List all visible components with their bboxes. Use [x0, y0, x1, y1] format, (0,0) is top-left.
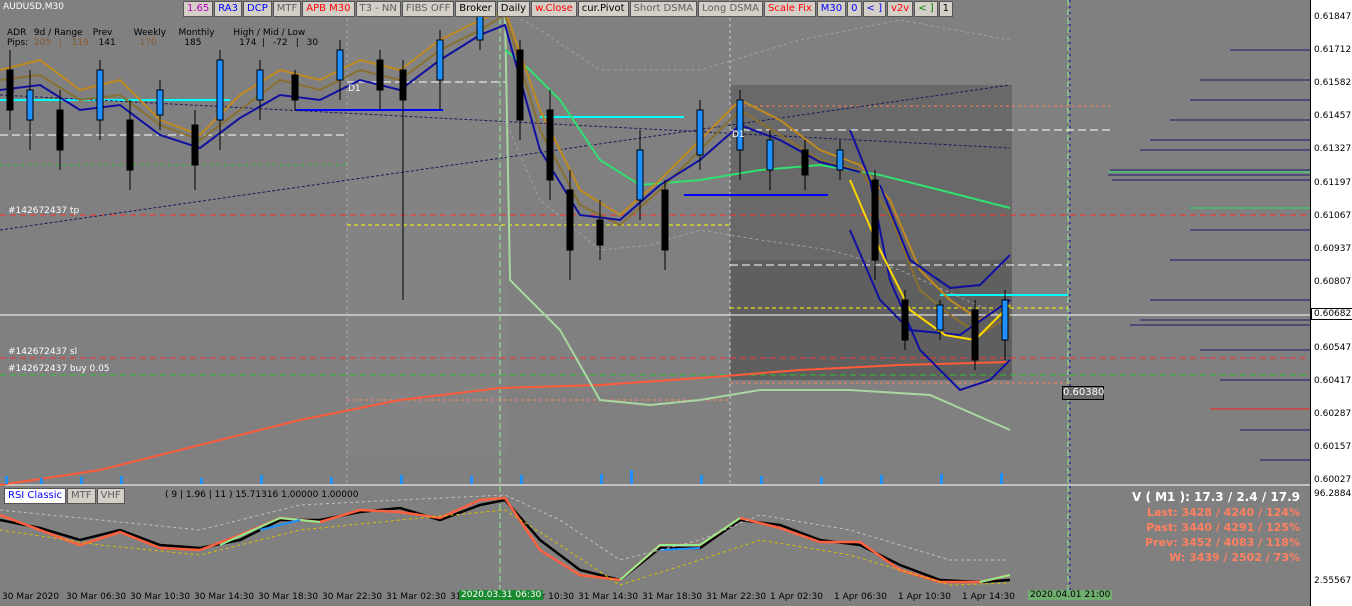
rsi-axis-top: 96.28845 — [1314, 489, 1352, 499]
stats-past: Past: 3440 / 4291 / 125% — [1146, 521, 1300, 534]
d1-label: D1 — [732, 130, 745, 140]
toolbar-button[interactable]: < ] — [914, 1, 938, 17]
price-tick: 0.61712 — [1314, 45, 1352, 55]
price-tick: 0.60937 — [1314, 244, 1352, 254]
stats-last: Last: 3428 / 4240 / 124% — [1146, 506, 1300, 519]
time-crosshair-label: 2020.04.01 21:00 — [1028, 590, 1113, 600]
adr-value: -72 — [272, 38, 288, 48]
stats-w: W: 3439 / 2502 / 73% — [1169, 551, 1300, 564]
price-chart[interactable] — [0, 0, 1310, 606]
adr-header: Prev — [92, 28, 113, 38]
toolbar-button[interactable]: MTF — [272, 1, 302, 17]
time-tick: 31 Mar 22:30 — [706, 592, 767, 602]
toolbar-button[interactable]: 1.65 — [183, 1, 214, 17]
toolbar-button[interactable]: T3 - NN — [355, 1, 401, 17]
time-tick: 30 Mar 06:30 — [66, 592, 127, 602]
rsi-params: ( 9 | 1.96 | 11 ) 15.71316 1.00000 1.000… — [165, 490, 359, 500]
rsi-tabs: RSI Classic MTF VHF — [4, 488, 126, 504]
price-tick: 0.60157 — [1314, 442, 1352, 452]
time-tick: 30 Mar 22:30 — [322, 592, 383, 602]
time-tick: 1 Apr 06:30 — [834, 592, 887, 602]
time-tick: 30 Mar 2020 — [2, 592, 60, 602]
toolbar-button[interactable]: 0 — [847, 1, 862, 17]
toolbar-button[interactable]: Broker — [455, 1, 496, 17]
adr-panel: ADR 9d / Range Prev Weekly Monthly High … — [7, 28, 318, 48]
adr-header: Weekly — [133, 28, 167, 38]
adr-value: 119 — [71, 38, 89, 48]
toolbar-button[interactable]: cur.Pivot — [577, 1, 629, 17]
adr-value: 185 — [184, 38, 202, 48]
order-tp-label: #142672437 tp — [8, 206, 80, 216]
adr-value: 141 — [98, 38, 116, 48]
adr-headers: ADR 9d / Range Prev Weekly Monthly High … — [7, 28, 318, 38]
order-sl-label: #142672437 sl — [8, 347, 78, 357]
time-tick: 1 Apr 14:30 — [962, 592, 1015, 602]
d1-label: D1 — [348, 84, 361, 94]
adr-header: 9d / Range — [33, 28, 83, 38]
price-tick: 0.61847 — [1314, 12, 1352, 22]
toolbar-button[interactable]: Long DSMA — [698, 1, 763, 17]
time-tick: 1 Apr 02:30 — [770, 592, 823, 602]
toolbar-button[interactable]: w.Close — [531, 1, 577, 17]
adr-header: ADR — [7, 28, 27, 38]
time-tick: 1 Apr 10:30 — [898, 592, 951, 602]
stats-v: V ( M1 ): 17.3 / 2.4 / 17.9 — [1131, 490, 1300, 504]
adr-header: Monthly — [178, 28, 215, 38]
price-tick: 0.61327 — [1314, 144, 1352, 154]
adr-header: High / Mid / Low — [233, 28, 306, 38]
toolbar-button[interactable]: < ] — [862, 1, 886, 17]
price-axis[interactable]: 0.61847 0.61712 0.61582 0.61457 0.61327 … — [1310, 0, 1352, 606]
time-tick: 31 Mar 18:30 — [642, 592, 703, 602]
time-axis[interactable]: 30 Mar 2020 30 Mar 06:30 30 Mar 10:30 30… — [0, 589, 1310, 606]
toolbar-button[interactable]: Short DSMA — [629, 1, 698, 17]
rsi-axis-bottom: 2.55567 — [1314, 576, 1352, 586]
adr-values: Pips: 205 | 119 141 170 185 174 | -72 | … — [7, 38, 319, 48]
price-tick: 0.61067 — [1314, 211, 1352, 221]
time-tick: 31 Mar 02:30 — [386, 592, 447, 602]
toolbar-button[interactable]: Daily — [496, 1, 531, 17]
price-tick: 0.60547 — [1314, 343, 1352, 353]
time-tick: 30 Mar 14:30 — [194, 592, 255, 602]
adr-value: 170 — [139, 38, 157, 48]
stats-prev: Prev: 3452 / 4083 / 118% — [1145, 536, 1300, 549]
toolbar-button[interactable]: Scale Fix — [763, 1, 816, 17]
price-tick: 0.60027 — [1314, 475, 1352, 485]
rsi-classic-tab[interactable]: RSI Classic — [4, 488, 67, 504]
chart-canvas — [0, 0, 1310, 600]
rsi-vhf-tab[interactable]: VHF — [96, 488, 125, 504]
price-tick: 0.61582 — [1314, 78, 1352, 88]
current-price-label: 0.60682 — [1311, 308, 1352, 320]
price-tick: 0.61197 — [1314, 178, 1352, 188]
rsi-mtf-tab[interactable]: MTF — [67, 488, 96, 504]
price-marker[interactable]: 0.60380 — [1062, 386, 1104, 400]
toolbar-button[interactable]: M30 — [816, 1, 847, 17]
symbol-label: AUDUSD,M30 — [3, 2, 64, 12]
adr-row-label: Pips: — [7, 38, 29, 48]
time-tick: 30 Mar 18:30 — [258, 592, 319, 602]
toolbar-button[interactable]: APB M30 — [302, 1, 355, 17]
volume-stats: V ( M1 ): 17.3 / 2.4 / 17.9 Last: 3428 /… — [1132, 490, 1300, 565]
price-tick: 0.60807 — [1314, 277, 1352, 287]
toolbar-button[interactable]: DCP — [243, 1, 272, 17]
adr-value: 30 — [306, 38, 319, 48]
adr-value: 174 — [239, 38, 257, 48]
toolbar-button[interactable]: RA3 — [214, 1, 243, 17]
adr-value: 205 — [33, 38, 52, 48]
toolbar-button[interactable]: FIBS OFF — [401, 1, 455, 17]
price-tick: 0.60287 — [1314, 409, 1352, 419]
toolbar-button[interactable]: 1 — [938, 1, 954, 17]
time-tick: 31 Mar 14:30 — [578, 592, 639, 602]
toolbar-button[interactable]: v2v — [887, 1, 914, 17]
order-buy-label: #142672437 buy 0.05 — [8, 364, 110, 374]
price-tick: 0.61457 — [1314, 111, 1352, 121]
time-crosshair-label: 2020.03.31 06:30 — [459, 590, 544, 600]
indicator-toolbar: 1.65 RA3 DCP MTF APB M30 T3 - NN FIBS OFF Broke… — [183, 1, 954, 17]
price-tick: 0.60417 — [1314, 376, 1352, 386]
time-tick: 30 Mar 10:30 — [130, 592, 191, 602]
